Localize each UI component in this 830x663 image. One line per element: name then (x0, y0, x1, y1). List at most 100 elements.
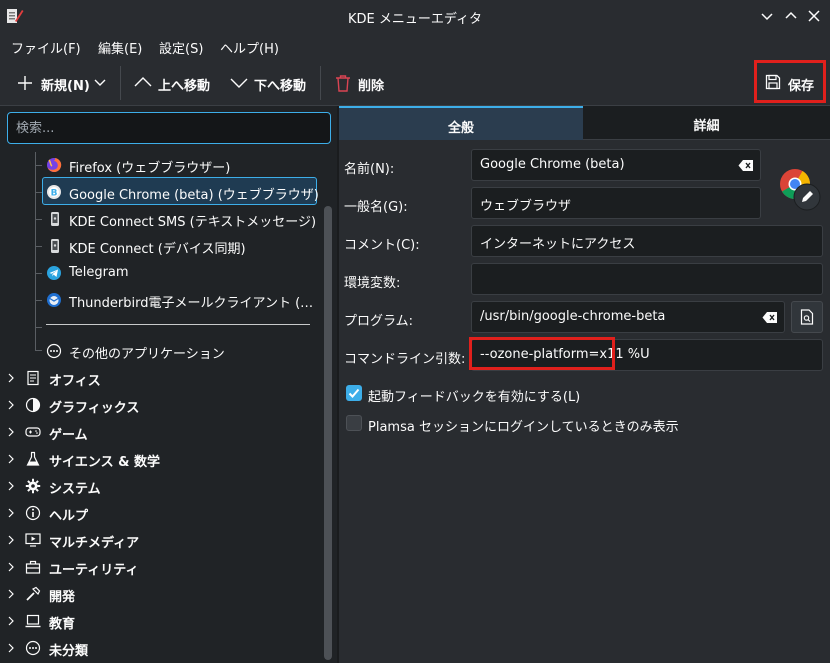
menu-help[interactable]: ヘルプ(H) (220, 38, 279, 57)
checkmark-icon (348, 388, 360, 398)
tree-item-thunderbird[interactable]: Thunderbird電子メールクライアント (… (0, 287, 320, 314)
tree-item-firefox[interactable]: Firefox (ウェブブラウザー) (0, 152, 320, 179)
move-up-button[interactable]: 上へ移動 (133, 72, 215, 94)
tree-item-label: 開発 (49, 590, 76, 605)
menu-settings[interactable]: 設定(S) (159, 38, 203, 57)
tree-item-label: グラフィックス (49, 401, 140, 416)
program-value: /usr/bin/google-chrome-beta (480, 309, 666, 324)
chevron-right-icon[interactable] (6, 427, 16, 437)
menu-bar: ファイル(F) 編集(E) 設定(S) ヘルプ(H) (0, 32, 830, 60)
tree-category-science[interactable]: サイエンス & 数学 (0, 446, 320, 473)
minimize-button[interactable] (757, 6, 777, 26)
toolbar-separator (320, 66, 321, 100)
telegram-icon (47, 266, 61, 280)
tab-general-label: 全般 (447, 121, 474, 136)
tree-item-kdeconnect-sms[interactable]: KDE Connect SMS (テキストメッセージ) (0, 206, 320, 233)
command-line-highlight-box (469, 337, 615, 370)
browse-program-button[interactable] (791, 301, 823, 333)
tree-category-graphics[interactable]: グラフィックス (0, 392, 320, 419)
kdeconnect-icon (51, 212, 59, 226)
chevron-right-icon[interactable] (6, 454, 16, 464)
office-icon (27, 370, 39, 386)
new-button[interactable]: 新規(N) (14, 72, 110, 94)
tree-category-office[interactable]: オフィス (0, 365, 320, 392)
file-browse-icon (800, 309, 814, 325)
chevron-right-icon[interactable] (6, 481, 16, 491)
chevron-right-icon[interactable] (6, 562, 16, 572)
hammer-icon (26, 586, 41, 601)
tree-item-google-chrome-beta[interactable]: B Google Chrome (beta) (ウェブブラウザ) (0, 179, 320, 206)
launch-feedback-label: 起動フィードバックを有効にする(L) (368, 390, 581, 405)
laptop-icon (25, 614, 41, 628)
plasma-session-only-checkbox[interactable]: Plamsa セッションにログインしているときのみ表示 (344, 414, 744, 435)
graphics-icon (25, 397, 41, 413)
tab-details[interactable]: 詳細 (583, 106, 830, 140)
comment-field[interactable]: インターネットにアクセス (471, 225, 823, 257)
gear-icon (25, 478, 41, 494)
tree-category-games[interactable]: ゲーム (0, 419, 320, 446)
tree-item-label: Telegram (69, 265, 129, 280)
tree-category-education[interactable]: 教育 (0, 608, 320, 635)
tree-scrollbar-thumb[interactable] (324, 206, 332, 660)
tree-category-utilities[interactable]: ユーティリティ (0, 554, 320, 581)
chevron-right-icon[interactable] (6, 373, 16, 383)
tree-item-label: ゲーム (49, 428, 88, 443)
tree-item-label: 未分類 (49, 644, 89, 659)
tree-category-multimedia[interactable]: マルチメディア (0, 527, 320, 554)
tree-category-help[interactable]: ヘルプ (0, 500, 320, 527)
icon-picker-button[interactable] (775, 164, 823, 212)
new-label: 新規(N) (41, 79, 90, 94)
tree-item-label: Thunderbird電子メールクライアント (… (69, 296, 314, 311)
chevron-right-icon[interactable] (6, 589, 16, 599)
launch-feedback-checkbox[interactable]: 起動フィードバックを有効にする(L) (344, 384, 644, 405)
tree-category-system[interactable]: システム (0, 473, 320, 500)
general-form: 名前(N): Google Chrome (beta) 一般名(G): ウェブブ… (339, 140, 830, 663)
chevron-right-icon[interactable] (6, 535, 16, 545)
tree-item-kdeconnect[interactable]: KDE Connect (デバイス同期) (0, 233, 320, 260)
window-title: KDE メニューエディタ (348, 12, 482, 27)
chevron-right-icon[interactable] (6, 616, 16, 626)
tree-category-uncategorized[interactable]: 未分類 (0, 635, 320, 662)
comment-value: インターネットにアクセス (480, 237, 636, 252)
delete-button[interactable]: 削除 (333, 72, 389, 94)
chrome-icon (780, 169, 821, 211)
trash-icon (336, 75, 350, 92)
checkbox-checked[interactable] (346, 385, 362, 401)
title-bar: KDE メニューエディタ (0, 0, 830, 32)
name-field[interactable]: Google Chrome (beta) (471, 149, 761, 181)
maximize-button[interactable] (781, 6, 801, 26)
search-input[interactable] (7, 112, 331, 144)
kdeconnect-icon (51, 239, 59, 253)
menu-edit[interactable]: 編集(E) (98, 38, 142, 57)
checkbox-unchecked[interactable] (346, 415, 362, 431)
chrome-beta-icon: B (47, 185, 61, 199)
tree-item-label: サイエンス & 数学 (49, 455, 160, 470)
clear-text-icon[interactable] (738, 159, 754, 172)
flask-icon (26, 451, 40, 466)
tree-item-label: KDE Connect (デバイス同期) (69, 242, 246, 257)
chevron-down-icon (230, 78, 248, 88)
close-button[interactable] (804, 6, 824, 26)
chevron-right-icon[interactable] (6, 400, 16, 410)
tree-guide-branch (35, 327, 42, 328)
menu-file[interactable]: ファイル(F) (11, 38, 81, 57)
move-down-button[interactable]: 下へ移動 (229, 72, 311, 94)
firefox-icon (47, 157, 62, 172)
tab-details-label: 詳細 (693, 119, 720, 134)
tree-item-label: Google Chrome (beta) (ウェブブラウザ) (69, 188, 319, 203)
more-icon (46, 343, 62, 359)
environment-variables-field[interactable] (471, 263, 823, 295)
chevron-right-icon[interactable] (6, 643, 16, 653)
tree-category-development[interactable]: 開発 (0, 581, 320, 608)
chevron-up-icon (134, 77, 152, 87)
delete-label: 削除 (358, 79, 385, 94)
tree-item-telegram[interactable]: Telegram (0, 260, 320, 287)
program-field[interactable]: /usr/bin/google-chrome-beta (471, 301, 785, 333)
menu-tree-panel: Firefox (ウェブブラウザー) B Google Chrome (beta… (0, 106, 337, 663)
generic-name-field[interactable]: ウェブブラウザ (471, 187, 761, 219)
chevron-right-icon[interactable] (6, 508, 16, 518)
program-label: プログラム: (344, 314, 413, 329)
clear-text-icon[interactable] (762, 311, 778, 324)
tab-general[interactable]: 全般 (339, 106, 583, 140)
tree-item-other-applications[interactable]: その他のアプリケーション (0, 338, 320, 365)
